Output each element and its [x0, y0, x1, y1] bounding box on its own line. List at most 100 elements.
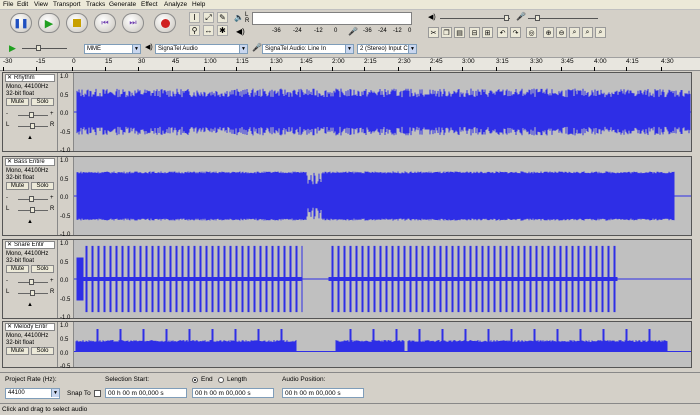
waveform-area[interactable]	[74, 240, 691, 318]
skip-start-button[interactable]: ⏮	[94, 13, 116, 33]
menu-effect[interactable]: Effect	[141, 1, 158, 8]
zoom-toggle-icon[interactable]: ⌕	[595, 27, 606, 38]
track-format: Mono, 44100Hz	[6, 333, 49, 339]
timeline-ruler[interactable]: -30 -15 0 15 30 45 1:00 1:15 1:30 1:45 2:00 2:15 2:3…	[0, 58, 700, 71]
cut-icon[interactable]: ✂	[428, 27, 439, 38]
selection-start-field[interactable]: 00 h 00 m 00,000 s	[105, 388, 187, 398]
input-volume-knob[interactable]	[535, 15, 540, 21]
menu-edit[interactable]: Edit	[17, 1, 28, 8]
sync-lock-icon[interactable]: ◎	[526, 27, 537, 38]
channels-select[interactable]: 2 (Stereo) Input C ▼	[357, 44, 417, 54]
waveform[interactable]	[74, 73, 691, 151]
redo-icon[interactable]: ↷	[510, 27, 521, 38]
waveform[interactable]	[74, 240, 691, 318]
solo-button[interactable]: Solo	[31, 265, 54, 273]
menu-transport[interactable]: Transport	[53, 1, 81, 8]
zoom-tool-icon[interactable]: ⚲	[189, 25, 200, 36]
draw-tool-icon[interactable]: ✎	[217, 12, 228, 23]
selection-end-field[interactable]: 00 h 00 m 00,000 s	[192, 388, 274, 398]
track-gain-knob[interactable]	[29, 279, 34, 285]
host-select[interactable]: MME ▼	[84, 44, 141, 54]
collapse-track-icon[interactable]: ▲	[27, 135, 33, 141]
stop-button[interactable]	[66, 13, 88, 33]
ruler-tick: 0	[72, 58, 76, 65]
menu-file[interactable]: File	[3, 1, 13, 8]
track-pan-knob[interactable]	[30, 290, 35, 296]
length-radio[interactable]	[218, 377, 224, 383]
silence-icon[interactable]: ⊞	[482, 27, 493, 38]
mute-button[interactable]: Mute	[6, 265, 29, 273]
track-name-menu[interactable]: ✕ Snare Entir	[5, 241, 55, 249]
audio-track[interactable]: ✕ Snare Entir Mono, 44100Hz 32-bit float Mut…	[2, 239, 692, 321]
waveform[interactable]	[74, 324, 691, 374]
envelope-tool-icon[interactable]: ⤢	[203, 12, 214, 23]
solo-button[interactable]: Solo	[31, 182, 54, 190]
close-icon[interactable]: ✕	[7, 159, 12, 165]
play-button[interactable]: ▶	[38, 13, 60, 33]
track-gain-knob[interactable]	[29, 196, 34, 202]
selection-tool-icon[interactable]: I	[189, 12, 200, 23]
input-meter-icon[interactable]: 🎤	[348, 27, 358, 36]
solo-button[interactable]: Solo	[31, 347, 54, 355]
menu-tracks[interactable]: Tracks	[86, 1, 105, 8]
undo-icon[interactable]: ↶	[497, 27, 508, 38]
menu-generate[interactable]: Generate	[109, 1, 136, 8]
menu-view[interactable]: View	[34, 1, 48, 8]
track-name-menu[interactable]: ✕ Rhythm	[5, 74, 55, 82]
zoom-in-icon[interactable]: ⊕	[543, 27, 554, 38]
mute-button[interactable]: Mute	[6, 347, 29, 355]
paste-icon[interactable]: ▤	[454, 27, 465, 38]
track-pan-knob[interactable]	[30, 123, 35, 129]
track-bit-depth: 32-bit float	[6, 258, 35, 264]
end-radio[interactable]	[192, 377, 198, 383]
output-meter-icon[interactable]: 🔈	[234, 13, 244, 22]
audio-track[interactable]: ✕ Rhythm Mono, 44100Hz 32-bit float Mute Solo…	[2, 72, 692, 154]
mic-icon: 🎤	[516, 12, 526, 21]
scale-label: -0.5	[60, 296, 71, 303]
length-label: Length	[227, 376, 247, 383]
project-rate-select[interactable]: 44100 ▼	[5, 388, 60, 399]
output-device-select[interactable]: SignaTel Audio ▼	[155, 44, 248, 54]
waveform-area[interactable]	[74, 157, 691, 235]
mute-button[interactable]: Mute	[6, 98, 29, 106]
menu-help[interactable]: Help	[192, 1, 205, 8]
audio-position-field[interactable]: 00 h 00 m 00,000 s	[282, 388, 364, 398]
copy-icon[interactable]: ❐	[441, 27, 452, 38]
solo-button[interactable]: Solo	[31, 98, 54, 106]
timeshift-tool-icon[interactable]: ↔	[203, 25, 214, 36]
track-pan-knob[interactable]	[30, 207, 35, 213]
trim-icon[interactable]: ⊟	[469, 27, 480, 38]
collapse-track-icon[interactable]: ▲	[27, 219, 33, 225]
fit-project-icon[interactable]: ⌕	[582, 27, 593, 38]
meter-tick: 0	[408, 28, 412, 34]
zoom-out-icon[interactable]: ⊖	[556, 27, 567, 38]
pause-button[interactable]: ❚❚	[10, 13, 32, 33]
close-icon[interactable]: ✕	[7, 324, 12, 330]
menu-analyze[interactable]: Analyze	[164, 1, 187, 8]
waveform[interactable]	[74, 157, 691, 235]
fit-selection-icon[interactable]: ⌕	[569, 27, 580, 38]
record-button[interactable]	[154, 13, 176, 33]
close-icon[interactable]: ✕	[7, 75, 12, 81]
play-speed-slider[interactable]	[22, 48, 67, 49]
waveform-area[interactable]	[74, 73, 691, 151]
track-name-menu[interactable]: ✕ Melody Entir	[5, 323, 55, 331]
input-device-select[interactable]: SignaTel Audio: Line In ▼	[262, 44, 354, 54]
waveform-area[interactable]	[74, 322, 691, 367]
output-level-meter[interactable]	[252, 12, 412, 25]
audio-track[interactable]: ✕ Melody Entir Mono, 44100Hz 32-bit float Mu…	[2, 321, 692, 370]
track-name-menu[interactable]: ✕ Bass Entire	[5, 158, 55, 166]
output-volume-knob[interactable]	[504, 15, 509, 21]
audio-track[interactable]: ✕ Bass Entire Mono, 44100Hz 32-bit float Mut…	[2, 156, 692, 238]
collapse-track-icon[interactable]: ▲	[27, 302, 33, 308]
play-speed-knob[interactable]	[36, 45, 41, 51]
output-volume-slider[interactable]	[440, 18, 510, 19]
skip-end-button[interactable]: ⏭	[122, 13, 144, 33]
track-gain-knob[interactable]	[29, 112, 34, 118]
close-icon[interactable]: ✕	[7, 242, 12, 248]
multi-tool-icon[interactable]: ✱	[217, 25, 228, 36]
ruler-tick: 4:15	[626, 58, 639, 65]
mute-button[interactable]: Mute	[6, 182, 29, 190]
snap-to-checkbox[interactable]	[94, 390, 101, 397]
play-at-speed-icon[interactable]: ▶	[9, 43, 16, 54]
